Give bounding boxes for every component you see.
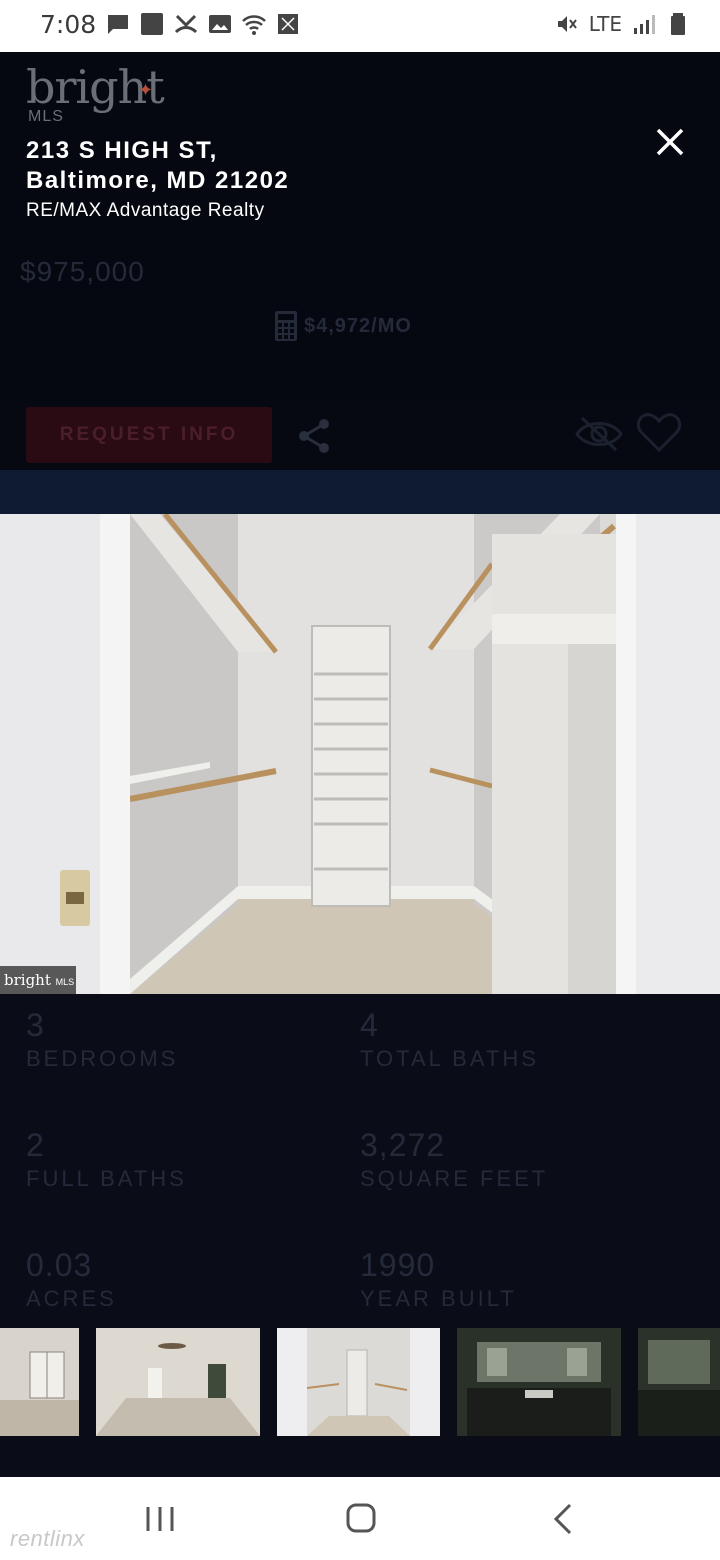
image-icon (209, 15, 231, 33)
recent-apps-icon (146, 1507, 174, 1531)
bright-mls-logo: bright ✦ (26, 64, 165, 110)
stat-label: TOTAL BATHS (360, 1046, 539, 1071)
network-type: LTE (588, 12, 622, 36)
back-button[interactable] (534, 1499, 594, 1539)
thumbnail-bedroom[interactable] (96, 1328, 260, 1436)
close-button[interactable] (650, 122, 690, 162)
thumbnail-living-room[interactable] (0, 1328, 79, 1436)
system-nav-bar (0, 1477, 720, 1560)
stat-label: SQUARE FEET (360, 1166, 549, 1191)
thumbnail-strip (0, 1328, 720, 1436)
watermark-text: bright (4, 971, 51, 989)
thumbnail-closet[interactable] (277, 1328, 440, 1436)
listing-price: $975,000 (20, 256, 145, 287)
back-icon (553, 1503, 572, 1535)
monthly-payment[interactable]: $4,972/MO (274, 310, 412, 342)
message-icon (108, 15, 128, 34)
stat-label: FULL BATHS (26, 1166, 187, 1191)
thumbnail-bathroom[interactable] (457, 1328, 621, 1436)
living-room-thumbnail-image (0, 1328, 79, 1436)
stat-full-baths: 2 FULL BATHS (26, 1128, 187, 1192)
stat-total-baths: 4 TOTAL BATHS (360, 1008, 539, 1072)
stat-value: 4 (360, 1007, 379, 1043)
share-icon[interactable] (296, 416, 332, 456)
stat-value: 0.03 (26, 1247, 93, 1283)
mute-icon (557, 16, 577, 32)
stat-value: 3 (26, 1007, 45, 1043)
photo-watermark: bright MLS (0, 966, 76, 994)
stat-label: ACRES (26, 1286, 117, 1311)
stat-label: YEAR BUILT (360, 1286, 517, 1311)
address-city: Baltimore, MD 21202 (26, 167, 290, 194)
listing-photo[interactable] (0, 514, 720, 994)
listing-address-block: 213 S HIGH ST, Baltimore, MD 21202 RE/MA… (26, 136, 289, 222)
watermark-sub: MLS (55, 977, 75, 987)
home-icon (346, 1503, 376, 1533)
stat-value: 1990 (360, 1247, 436, 1283)
bedroom-thumbnail-image (96, 1328, 260, 1436)
missed-call-icon (174, 14, 198, 34)
tab-band (0, 470, 720, 514)
status-bar: 7:08 LTE (0, 0, 720, 52)
favorite-heart-icon[interactable] (636, 412, 682, 454)
calculator-icon (275, 311, 297, 341)
status-right: LTE (555, 12, 690, 36)
app-icon (141, 13, 163, 35)
notification-icons (106, 12, 300, 36)
hide-listing-icon[interactable] (574, 414, 624, 454)
logo-star-icon: ✦ (138, 80, 153, 101)
status-time: 7:08 (40, 10, 97, 39)
stat-value: 3,272 (360, 1127, 446, 1163)
address-street: 213 S HIGH ST, (26, 137, 218, 164)
stat-year-built: 1990 YEAR BUILT (360, 1248, 517, 1312)
broker-name: RE/MAX Advantage Realty (26, 200, 265, 221)
recent-apps-button[interactable] (130, 1499, 190, 1539)
stat-square-feet: 3,272 SQUARE FEET (360, 1128, 548, 1192)
wifi-icon (242, 15, 266, 35)
stat-acres: 0.03 ACRES (26, 1248, 117, 1312)
rentlinx-watermark: rentlinx (10, 1526, 85, 1551)
bathroom-thumbnail-image (457, 1328, 621, 1436)
stat-value: 2 (26, 1127, 45, 1163)
stat-bedrooms: 3 BEDROOMS (26, 1008, 178, 1072)
close-icon (656, 128, 684, 156)
closet-thumbnail-image (277, 1328, 440, 1436)
request-info-button[interactable]: REQUEST INFO (26, 407, 272, 463)
home-button[interactable] (331, 1499, 391, 1539)
nfc-icon (278, 14, 298, 34)
thumbnail-bathroom-2[interactable] (638, 1328, 720, 1436)
battery-icon (671, 13, 685, 35)
closet-photo-illustration (0, 514, 720, 994)
logo-sub: MLS (28, 108, 64, 125)
listing-gallery-modal: bright ✦ MLS $975,000 $4,972/MO REQUEST … (0, 52, 720, 1477)
bathroom-2-thumbnail-image (638, 1328, 720, 1436)
signal-icon (634, 15, 655, 34)
stat-label: BEDROOMS (26, 1046, 179, 1071)
monthly-payment-label: $4,972/MO (304, 314, 412, 337)
